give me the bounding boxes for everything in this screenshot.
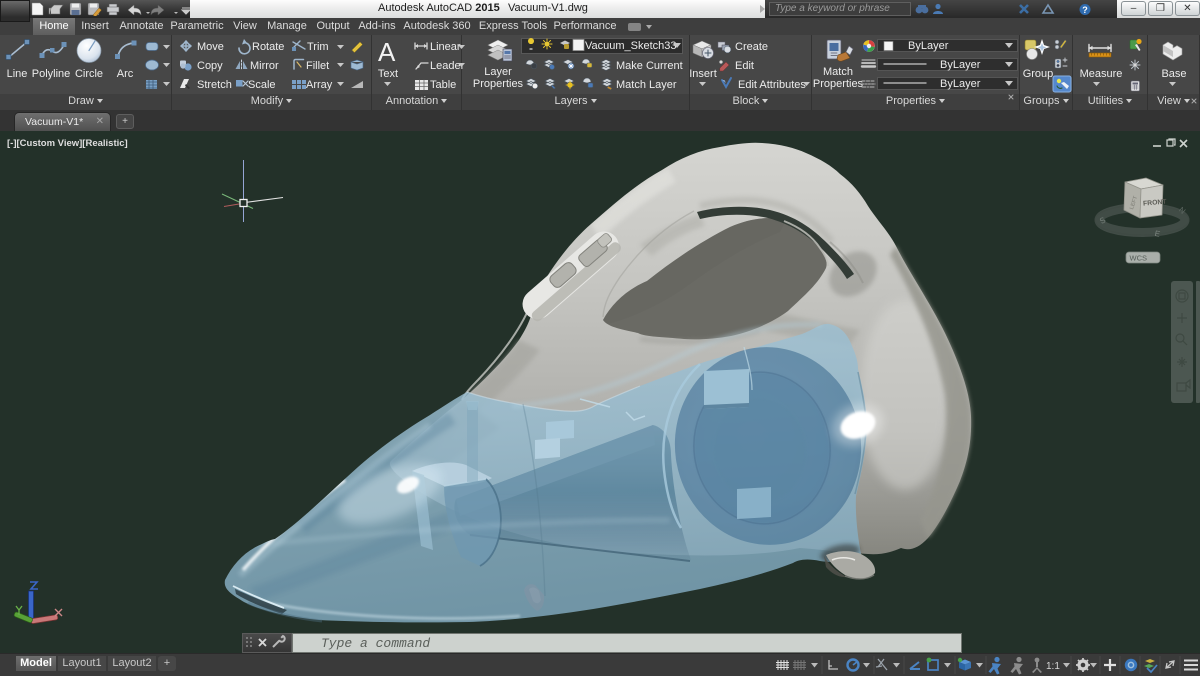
svg-text:[-][Custom View][Realistic]: [-][Custom View][Realistic] [7, 138, 128, 149]
svg-text:WCS: WCS [1130, 254, 1148, 263]
svg-text:1:1: 1:1 [1046, 661, 1060, 672]
svg-text:A: A [378, 37, 396, 67]
svg-text:?: ? [1082, 5, 1088, 15]
